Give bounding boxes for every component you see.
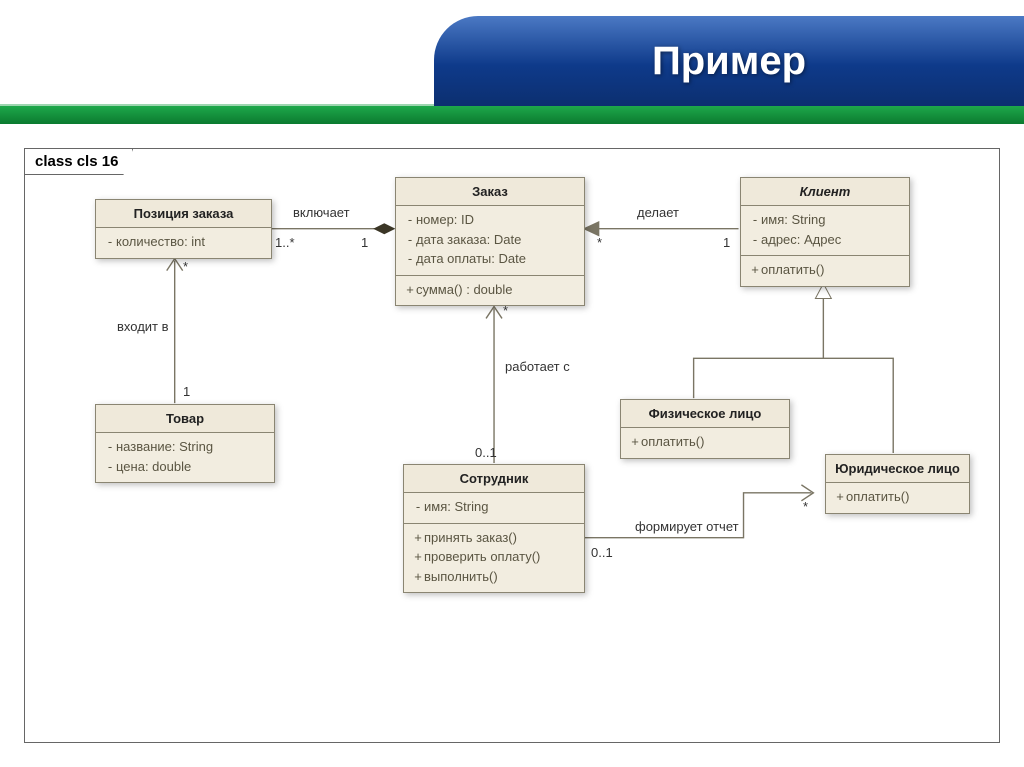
slide-title: Пример bbox=[652, 39, 806, 84]
attr: -название: String bbox=[104, 437, 266, 457]
mult: * bbox=[503, 303, 508, 318]
diagram-stage: Позиция заказа -количество: int Товар -н… bbox=[25, 149, 999, 742]
mult: 1..* bbox=[275, 235, 295, 250]
assoc-includes: включает bbox=[293, 205, 350, 220]
class-employee: Сотрудник -имя: String +принять заказ() … bbox=[403, 464, 585, 593]
mult: 1 bbox=[723, 235, 730, 250]
class-person: Физическое лицо +оплатить() bbox=[620, 399, 790, 459]
op: +оплатить() bbox=[629, 432, 781, 452]
op: +оплатить() bbox=[834, 487, 961, 507]
attr: -имя: String bbox=[412, 497, 576, 517]
class-title: Физическое лицо bbox=[621, 400, 789, 428]
mult: * bbox=[183, 259, 188, 274]
class-order-item: Позиция заказа -количество: int bbox=[95, 199, 272, 259]
assoc-enters: входит в bbox=[117, 319, 169, 334]
assoc-report: формирует отчет bbox=[635, 519, 739, 534]
mult: 1 bbox=[183, 384, 190, 399]
mult: 0..1 bbox=[591, 545, 613, 560]
assoc-works: работает с bbox=[505, 359, 570, 374]
attr: -цена: double bbox=[104, 457, 266, 477]
class-title: Юридическое лицо bbox=[826, 455, 969, 483]
attr: -имя: String bbox=[749, 210, 901, 230]
mult: * bbox=[803, 499, 808, 514]
attr: -адрес: Адрес bbox=[749, 230, 901, 250]
class-product: Товар -название: String -цена: double bbox=[95, 404, 275, 483]
class-title: Позиция заказа bbox=[96, 200, 271, 228]
class-title: Товар bbox=[96, 405, 274, 433]
mult: 0..1 bbox=[475, 445, 497, 460]
mult: 1 bbox=[361, 235, 368, 250]
op: +выполнить() bbox=[412, 567, 576, 587]
class-title: Сотрудник bbox=[404, 465, 584, 493]
attr: -количество: int bbox=[104, 232, 263, 252]
op: +сумма() : double bbox=[404, 280, 576, 300]
attr: -номер: ID bbox=[404, 210, 576, 230]
attr: -дата заказа: Date bbox=[404, 230, 576, 250]
assoc-makes: делает bbox=[637, 205, 679, 220]
attr: -дата оплаты: Date bbox=[404, 249, 576, 269]
class-client: Клиент -имя: String -адрес: Адрес +оплат… bbox=[740, 177, 910, 287]
class-order: Заказ -номер: ID -дата заказа: Date -дат… bbox=[395, 177, 585, 306]
class-title: Клиент bbox=[741, 178, 909, 206]
op: +принять заказ() bbox=[412, 528, 576, 548]
op: +проверить оплату() bbox=[412, 547, 576, 567]
slide-divider bbox=[0, 106, 1024, 124]
op: +оплатить() bbox=[749, 260, 901, 280]
class-title: Заказ bbox=[396, 178, 584, 206]
diagram-frame: class cls 16 Позиц bbox=[24, 148, 1000, 743]
mult: * bbox=[597, 235, 602, 250]
class-company: Юридическое лицо +оплатить() bbox=[825, 454, 970, 514]
slide-title-ribbon: Пример bbox=[434, 16, 1024, 106]
